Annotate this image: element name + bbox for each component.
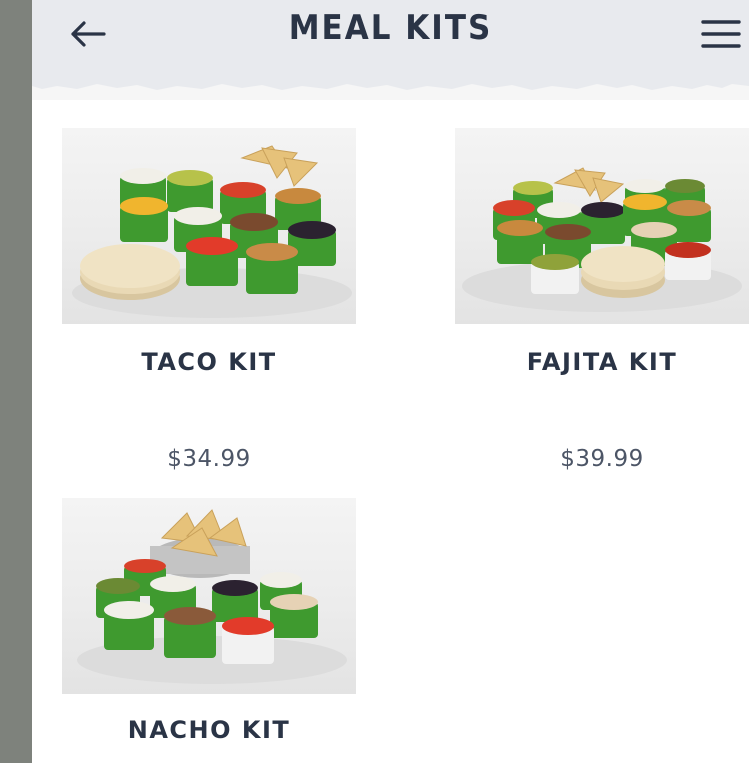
taco-kit-photo [62,128,356,324]
kit-name: FAJITA KIT [526,348,678,376]
torn-paper-edge [32,76,749,100]
kit-price: $39.99 [560,446,644,472]
kit-price: $34.99 [167,446,251,472]
taco-kit-card[interactable]: TACO KIT $34.99 [62,128,356,478]
fajita-kit-card[interactable]: FAJITA KIT $39.99 [455,128,749,478]
nacho-kit-photo [62,498,356,694]
nacho-kit-card[interactable]: NACHO KIT [62,498,356,763]
kit-name: TACO KIT [141,348,277,376]
fajita-kit-photo [455,128,749,324]
page-title: MEAL KITS [288,8,493,48]
meal-kits-screen: MEAL KITS TACO KIT $34.99 FAJITA KIT $39… [32,0,749,763]
hamburger-menu-icon [701,20,741,48]
menu-button[interactable] [696,12,746,56]
kit-name: NACHO KIT [127,716,291,744]
